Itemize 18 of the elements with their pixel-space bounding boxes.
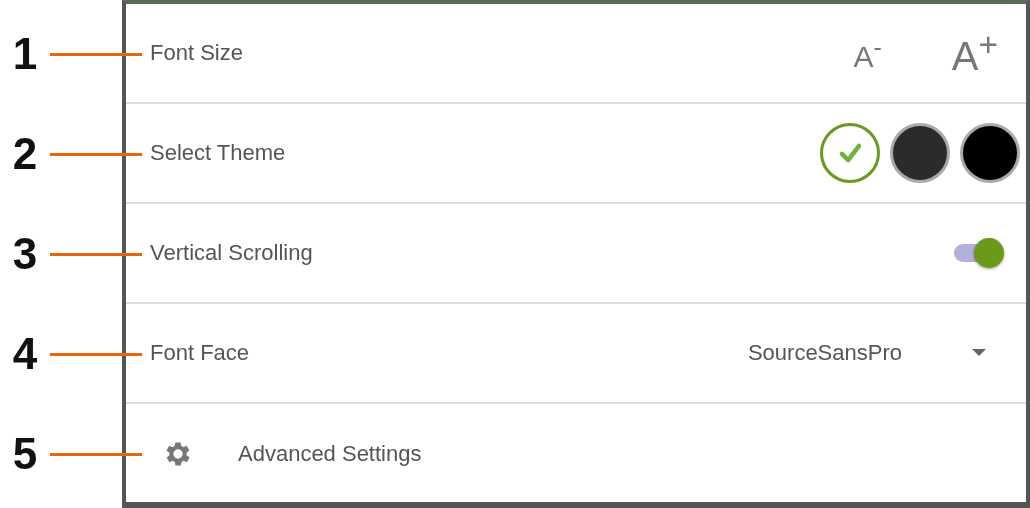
setting-label: Font Size — [150, 40, 243, 66]
toggle-switch[interactable] — [954, 238, 1004, 268]
callout-number: 5 — [11, 429, 39, 479]
advanced-settings-link[interactable]: Advanced Settings — [238, 441, 422, 467]
setting-label: Vertical Scrolling — [150, 240, 313, 266]
callout-number: 4 — [11, 329, 39, 379]
callout-number: 3 — [11, 229, 39, 279]
callout-number: 1 — [11, 29, 39, 79]
increase-font-button[interactable]: A$^{+}$ — [951, 26, 998, 80]
setting-label: Font Face — [150, 340, 250, 366]
callout-number: 2 — [11, 129, 39, 179]
font-face-dropdown[interactable]: SourceSansPro — [747, 340, 986, 366]
theme-swatch[interactable] — [960, 123, 1020, 183]
theme-swatch[interactable] — [820, 123, 880, 183]
theme-swatch[interactable] — [890, 123, 950, 183]
decrease-font-button[interactable]: A$^{-}$ — [853, 32, 882, 74]
setting-label: Select Theme — [150, 140, 286, 166]
caret-icon — [972, 349, 986, 357]
